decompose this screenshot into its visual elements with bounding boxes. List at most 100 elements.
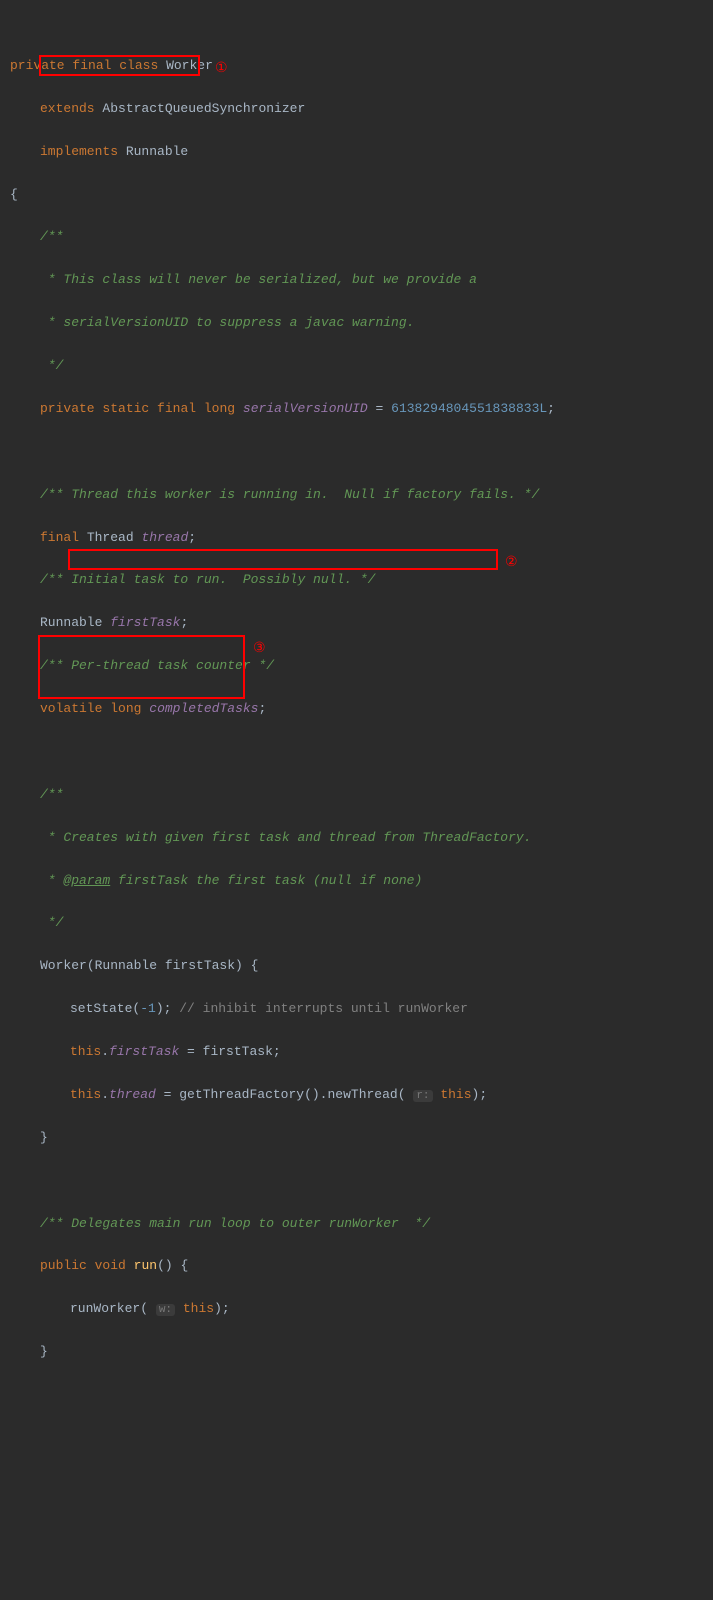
keyword-final: final xyxy=(40,530,79,545)
code-line: * This class will never be serialized, b… xyxy=(10,269,703,290)
code-line: Worker(Runnable firstTask) { xyxy=(10,955,703,976)
paren: ( xyxy=(140,1301,156,1316)
keyword-public: public xyxy=(40,1258,87,1273)
code-line: runWorker( w: this); xyxy=(10,1298,703,1319)
field: firstTask xyxy=(109,1044,179,1059)
brace: } xyxy=(40,1130,48,1145)
method-call: setState xyxy=(70,1001,132,1016)
line-comment: // inhibit interrupts until runWorker xyxy=(179,1001,468,1016)
type-name: Runnable xyxy=(40,615,102,630)
code-line: /** Initial task to run. Possibly null. … xyxy=(10,569,703,590)
comment: /** Per-thread task counter */ xyxy=(40,658,274,673)
method-name: run xyxy=(134,1258,157,1273)
code-line: private static final long serialVersionU… xyxy=(10,398,703,419)
code-line: /** Thread this worker is running in. Nu… xyxy=(10,484,703,505)
code-line: } xyxy=(10,1341,703,1362)
paren: (). xyxy=(304,1087,327,1102)
close: ); xyxy=(214,1301,230,1316)
close: ); xyxy=(472,1087,488,1102)
annotation-3: ③ xyxy=(253,636,266,659)
keyword-final: final xyxy=(72,58,111,73)
code-line: public void run() { xyxy=(10,1255,703,1276)
code-line: volatile long completedTasks; xyxy=(10,698,703,719)
eq: = xyxy=(156,1087,179,1102)
keyword-this: this xyxy=(70,1044,101,1059)
keyword-volatile: volatile xyxy=(40,701,102,716)
code-line: setState(-1); // inhibit interrupts unti… xyxy=(10,998,703,1019)
keyword-void: void xyxy=(95,1258,126,1273)
constructor-name: Worker xyxy=(40,958,87,973)
type-name: Thread xyxy=(87,530,134,545)
keyword-long: long xyxy=(110,701,141,716)
code-line: { xyxy=(10,184,703,205)
comment: * serialVersionUID to suppress a javac w… xyxy=(40,315,414,330)
code-line: private final class Worker xyxy=(10,55,703,76)
dot: . xyxy=(101,1087,109,1102)
field: firstTask xyxy=(110,615,180,630)
code-line: /** Per-thread task counter */ xyxy=(10,655,703,676)
semicolon: ; xyxy=(258,701,266,716)
semicolon: ; xyxy=(547,401,555,416)
method-call: runWorker xyxy=(70,1301,140,1316)
comment: */ xyxy=(40,358,63,373)
class-name: Worker xyxy=(166,58,213,73)
operator: = xyxy=(368,401,391,416)
code-line: * @param firstTask the first task (null … xyxy=(10,870,703,891)
keyword-static: static xyxy=(102,401,149,416)
close: ); xyxy=(156,1001,179,1016)
keyword-extends: extends xyxy=(40,101,95,116)
blank-line xyxy=(10,441,703,462)
comment: /** Delegates main run loop to outer run… xyxy=(40,1216,430,1231)
parameters: (Runnable firstTask) { xyxy=(87,958,259,973)
code-line: /** Delegates main run loop to outer run… xyxy=(10,1213,703,1234)
keyword-final: final xyxy=(157,401,196,416)
code-line: extends AbstractQueuedSynchronizer xyxy=(10,98,703,119)
field: completedTasks xyxy=(149,701,258,716)
code-line: Runnable firstTask; xyxy=(10,612,703,633)
comment: * This class will never be serialized, b… xyxy=(40,272,477,287)
space xyxy=(175,1301,183,1316)
comment-prefix: * xyxy=(40,873,63,888)
code-line: this.thread = getThreadFactory().newThre… xyxy=(10,1084,703,1105)
code-line: * serialVersionUID to suppress a javac w… xyxy=(10,312,703,333)
method-call: getThreadFactory xyxy=(179,1087,304,1102)
assignment: = firstTask; xyxy=(179,1044,280,1059)
paren: ( xyxy=(132,1001,140,1016)
code-line: /** xyxy=(10,226,703,247)
annotation-1: ① xyxy=(215,56,228,79)
code-line: implements Runnable xyxy=(10,141,703,162)
dot: . xyxy=(101,1044,109,1059)
keyword-private: private xyxy=(10,58,65,73)
keyword-class: class xyxy=(119,58,158,73)
keyword-private: private xyxy=(40,401,95,416)
annotation-2: ② xyxy=(505,550,518,573)
comment: */ xyxy=(40,915,63,930)
keyword-this: this xyxy=(70,1087,101,1102)
comment: /** Thread this worker is running in. Nu… xyxy=(40,487,539,502)
code-line: */ xyxy=(10,355,703,376)
javadoc-param: @param xyxy=(63,873,110,888)
field: serialVersionUID xyxy=(243,401,368,416)
field: thread xyxy=(141,530,188,545)
keyword-long: long xyxy=(204,401,235,416)
type-name: AbstractQueuedSynchronizer xyxy=(102,101,305,116)
code-line: * Creates with given first task and thre… xyxy=(10,827,703,848)
param-hint: w: xyxy=(156,1304,175,1316)
comment: /** xyxy=(40,229,63,244)
field: thread xyxy=(109,1087,156,1102)
type-name: Runnable xyxy=(126,144,188,159)
keyword-this: this xyxy=(440,1087,471,1102)
code-editor: private final class Worker extends Abstr… xyxy=(10,12,703,1598)
comment: * Creates with given first task and thre… xyxy=(40,830,531,845)
param-hint: r: xyxy=(413,1090,432,1102)
number-literal: -1 xyxy=(140,1001,156,1016)
semicolon: ; xyxy=(188,530,196,545)
number-literal: 6138294804551838833L xyxy=(391,401,547,416)
method-call: newThread xyxy=(327,1087,397,1102)
keyword-this: this xyxy=(183,1301,214,1316)
blank-line xyxy=(10,741,703,762)
space xyxy=(433,1087,441,1102)
code-line: this.firstTask = firstTask; xyxy=(10,1041,703,1062)
brace: { xyxy=(10,187,18,202)
code-line: */ xyxy=(10,912,703,933)
